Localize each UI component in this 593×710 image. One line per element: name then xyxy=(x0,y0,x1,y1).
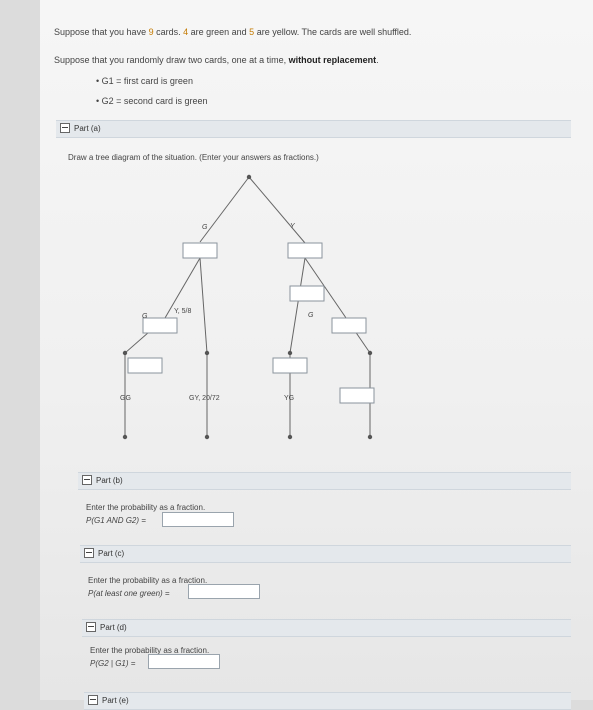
part-d-title: Part (d) xyxy=(100,623,127,632)
part-d-header[interactable]: Part (d) xyxy=(82,619,571,637)
part-b-title: Part (b) xyxy=(96,476,123,485)
answer-box-yg[interactable] xyxy=(272,357,308,374)
node xyxy=(204,350,210,356)
answer-box-y-y[interactable] xyxy=(331,317,367,334)
node xyxy=(367,350,373,356)
part-e-header[interactable]: Part (e) xyxy=(84,692,571,710)
root-node xyxy=(246,174,252,180)
collapse-icon[interactable] xyxy=(82,475,92,486)
branch-y-g xyxy=(289,257,306,354)
label-yg: YG xyxy=(284,395,294,402)
node xyxy=(287,350,293,356)
branch-g xyxy=(199,176,250,243)
label-left-g: G xyxy=(142,313,148,320)
answer-box-gg[interactable] xyxy=(127,357,163,374)
collapse-icon[interactable] xyxy=(84,548,94,559)
label-gy: GY, 20/72 xyxy=(189,395,220,402)
answer-box-g[interactable] xyxy=(182,242,218,259)
label-right-g: G xyxy=(308,312,314,319)
part-c-answer-input[interactable] xyxy=(188,584,260,599)
answer-box-g-g[interactable] xyxy=(142,317,178,334)
branch-g-y xyxy=(199,257,208,354)
label-g-branch: G xyxy=(202,224,208,231)
part-b-header[interactable]: Part (b) xyxy=(78,472,571,490)
part-d-answer-input[interactable] xyxy=(148,654,220,669)
branch-y xyxy=(248,176,306,244)
leaf-node xyxy=(287,434,293,440)
branch-y-y xyxy=(304,257,371,354)
leaf-node xyxy=(367,434,373,440)
answer-box-y-branch[interactable] xyxy=(289,285,325,302)
answer-box-y[interactable] xyxy=(287,242,323,259)
label-y58: Y, 5/8 xyxy=(174,308,191,315)
part-c-header[interactable]: Part (c) xyxy=(80,545,571,563)
label-y-branch: Y xyxy=(290,223,296,230)
part-b-answer-input[interactable] xyxy=(162,512,234,527)
node xyxy=(122,350,128,356)
label-gg: GG xyxy=(120,395,131,402)
leaf-node xyxy=(122,434,128,440)
part-c-title: Part (c) xyxy=(98,549,125,558)
answer-box-yy[interactable] xyxy=(339,387,375,404)
collapse-icon[interactable] xyxy=(86,622,96,633)
collapse-icon[interactable] xyxy=(88,695,98,706)
part-b-prompt: Enter the probability as a fraction. xyxy=(86,503,206,512)
leaf-node xyxy=(204,434,210,440)
part-d-expression: P(G2 | G1) = xyxy=(90,659,136,668)
part-c-expression: P(at least one green) = xyxy=(88,589,170,598)
part-e-title: Part (e) xyxy=(102,696,129,705)
part-b-expression: P(G1 AND G2) = xyxy=(86,516,146,525)
